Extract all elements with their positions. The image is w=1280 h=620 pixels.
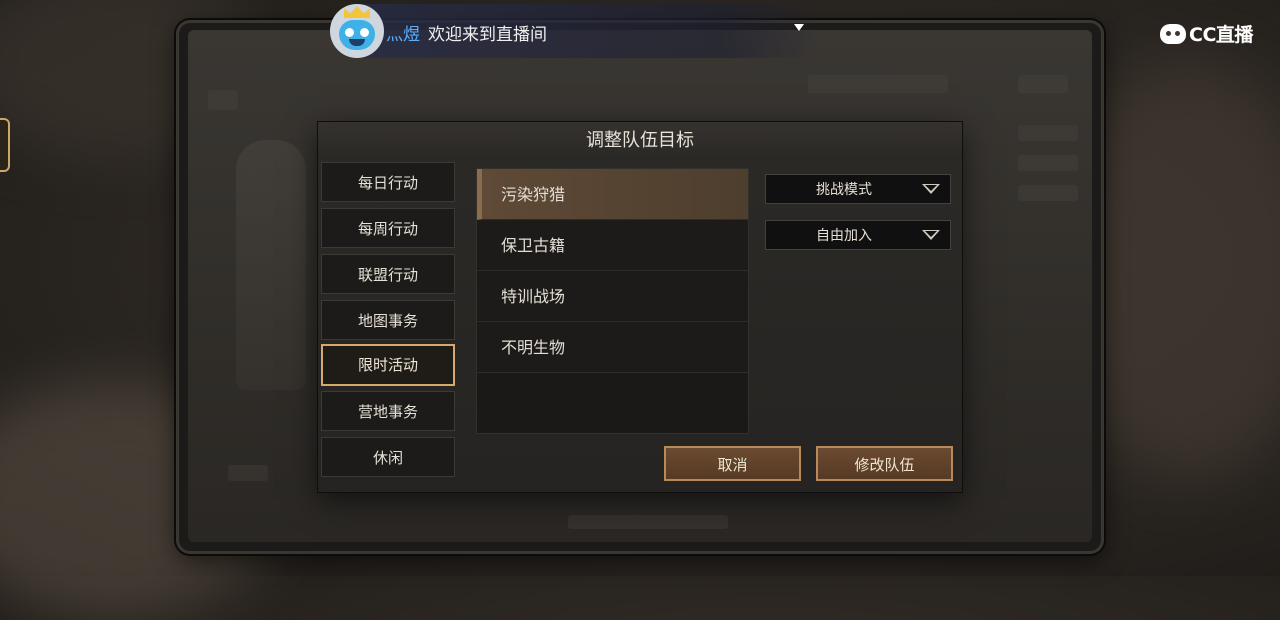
join-dropdown[interactable]: 自由加入 (765, 220, 951, 250)
stream-welcome-text: 欢迎来到直播间 (428, 25, 547, 45)
dialog-title: 调整队伍目标 (318, 122, 962, 160)
mode-dropdown-value: 挑战模式 (816, 182, 872, 198)
triangle-down-icon (922, 230, 940, 240)
join-dropdown-value: 自由加入 (816, 228, 872, 244)
cancel-button[interactable]: 取消 (664, 446, 801, 481)
mode-dropdown[interactable]: 挑战模式 (765, 174, 951, 204)
modify-team-button[interactable]: 修改队伍 (816, 446, 953, 481)
side-tab[interactable] (0, 118, 10, 172)
stream-username: 灬煜 (386, 25, 420, 45)
user-avatar[interactable] (330, 4, 384, 58)
category-weekly[interactable]: 每周行动 (321, 208, 455, 248)
category-alliance[interactable]: 联盟行动 (321, 254, 455, 294)
category-map[interactable]: 地图事务 (321, 300, 455, 340)
category-leisure[interactable]: 休闲 (321, 437, 455, 477)
avatar-crown-icon (344, 6, 370, 18)
cc-live-logo-icon (1160, 23, 1186, 44)
activity-item[interactable]: 污染狩猎 (477, 169, 748, 220)
activity-item[interactable]: 不明生物 (477, 322, 748, 373)
cc-live-logo-text: CC直播 (1189, 24, 1253, 46)
category-daily[interactable]: 每日行动 (321, 162, 455, 202)
dropdown-caret-icon[interactable] (794, 24, 804, 31)
activity-item[interactable]: 保卫古籍 (477, 220, 748, 271)
activity-item[interactable]: 特训战场 (477, 271, 748, 322)
character-silhouette (236, 140, 306, 390)
activity-list: 污染狩猎 保卫古籍 特训战场 不明生物 (476, 168, 749, 434)
category-limited-event[interactable]: 限时活动 (321, 344, 455, 386)
category-camp[interactable]: 营地事务 (321, 391, 455, 431)
triangle-down-icon (922, 184, 940, 194)
cc-live-logo: CC直播 (1160, 20, 1253, 47)
